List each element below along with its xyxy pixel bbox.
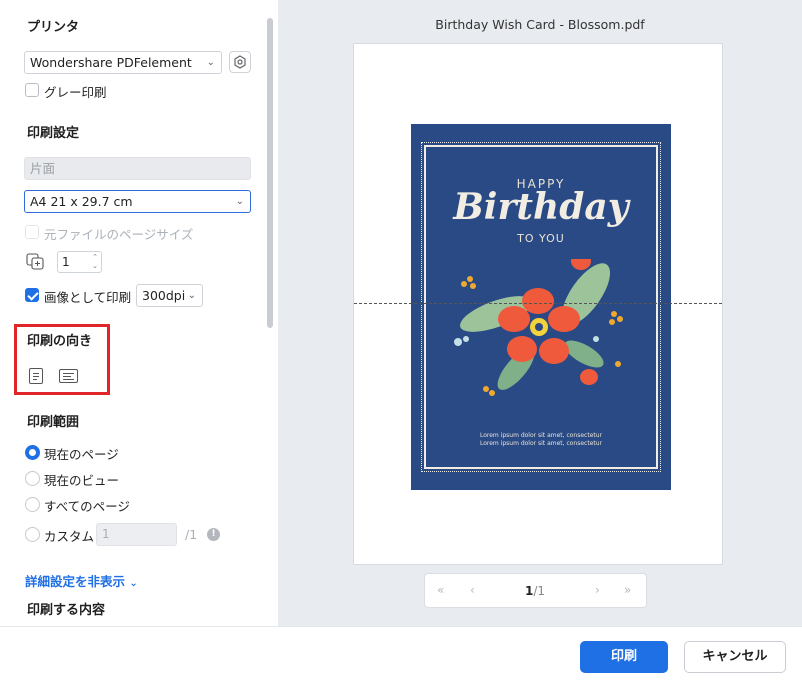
duplex-select[interactable]: 片面	[24, 157, 251, 180]
duplex-select-value: 片面	[30, 161, 56, 176]
orientation-heading: 印刷の向き	[27, 334, 93, 349]
info-icon[interactable]: !	[207, 528, 220, 541]
range-all-pages-label: すべてのページ	[44, 499, 130, 514]
custom-range-total: /1	[185, 527, 198, 542]
prev-page-icon[interactable]: ‹	[470, 583, 475, 597]
printer-settings-button[interactable]	[229, 51, 251, 73]
card-footer-line-2: Lorem ipsum dolor sit amet, consectetur	[479, 440, 603, 447]
stepper-arrows-icon[interactable]: ⌃ ⌄	[92, 253, 98, 271]
original-size-checkbox[interactable]	[25, 225, 39, 239]
preview-file-name: Birthday Wish Card - Blossom.pdf	[435, 17, 645, 32]
range-current-page-label: 現在のページ	[44, 447, 119, 462]
first-page-icon[interactable]: «	[437, 583, 444, 597]
chevron-down-icon: ⌄	[187, 290, 196, 301]
paper-size-select[interactable]: A4 21 x 29.7 cm ⌄	[24, 190, 251, 213]
card-footer-text: Lorem ipsum dolor sit amet, consectetur …	[411, 432, 671, 448]
card-to-you-text: TO YOU	[517, 232, 565, 245]
range-all-pages-radio[interactable]	[25, 497, 40, 512]
range-custom-radio[interactable]	[25, 527, 40, 542]
print-settings-heading: 印刷設定	[27, 126, 80, 141]
printer-select-value: Wondershare PDFelement	[30, 55, 192, 70]
landscape-orientation-icon[interactable]	[59, 369, 78, 383]
portrait-orientation-icon[interactable]	[29, 368, 43, 384]
settings-scrollbar[interactable]	[267, 18, 273, 328]
dpi-value: 300dpi	[142, 288, 186, 303]
preview-panel: Birthday Wish Card - Blossom.pdf HAPPY B…	[278, 0, 802, 626]
cancel-button[interactable]: キャンセル	[684, 641, 786, 673]
dpi-select[interactable]: 300dpi ⌄	[136, 284, 203, 307]
last-page-icon[interactable]: »	[624, 583, 631, 597]
toggle-advanced-link[interactable]: 詳細設定を非表示 ⌄	[25, 571, 138, 590]
preview-page: HAPPY Birthday TO YOU Lorem ipsum dolor …	[353, 43, 723, 565]
chevron-down-icon: ⌄	[129, 578, 138, 589]
copies-value: 1	[62, 255, 70, 269]
chevron-down-icon: ⌄	[206, 57, 215, 68]
range-current-page-radio[interactable]	[25, 445, 40, 460]
floral-illustration	[454, 259, 623, 396]
printer-heading: プリンタ	[27, 20, 80, 35]
print-range-heading: 印刷範囲	[27, 415, 80, 430]
copies-stepper[interactable]: 1 ⌃ ⌄	[57, 251, 102, 273]
total-pages: /1	[533, 584, 546, 598]
print-as-image-label: 画像として印刷	[44, 290, 132, 305]
fold-guide-line	[354, 303, 722, 304]
print-as-image-checkbox[interactable]	[25, 288, 39, 302]
print-content-heading: 印刷する内容	[27, 603, 106, 618]
dialog-footer: 印刷 キャンセル	[0, 626, 802, 689]
range-custom-label: カスタム	[44, 529, 95, 544]
birthday-card-image: HAPPY Birthday TO YOU Lorem ipsum dolor …	[411, 124, 671, 490]
copies-icon	[26, 253, 44, 270]
toggle-advanced-label: 詳細設定を非表示	[25, 574, 126, 589]
card-birthday-text: Birthday	[453, 186, 629, 228]
paper-size-value: A4 21 x 29.7 cm	[30, 194, 133, 209]
gear-icon	[234, 55, 246, 69]
settings-panel: プリンタ Wondershare PDFelement ⌄ グレー印刷 印刷設定…	[0, 0, 278, 626]
printer-select[interactable]: Wondershare PDFelement ⌄	[24, 51, 222, 74]
range-current-view-label: 現在のビュー	[44, 473, 120, 488]
grayscale-checkbox[interactable]	[25, 83, 39, 97]
page-navigator: « ‹ 1/1 › »	[424, 573, 647, 608]
card-footer-line-1: Lorem ipsum dolor sit amet, consectetur	[479, 432, 603, 439]
custom-range-input[interactable]: 1	[96, 523, 177, 546]
chevron-down-icon: ⌄	[235, 196, 244, 207]
original-size-label: 元ファイルのページサイズ	[44, 227, 194, 242]
grayscale-label: グレー印刷	[44, 85, 107, 100]
range-current-view-radio[interactable]	[25, 471, 40, 486]
next-page-icon[interactable]: ›	[595, 583, 600, 597]
print-button[interactable]: 印刷	[580, 641, 668, 673]
page-indicator[interactable]: 1/1	[525, 584, 545, 598]
